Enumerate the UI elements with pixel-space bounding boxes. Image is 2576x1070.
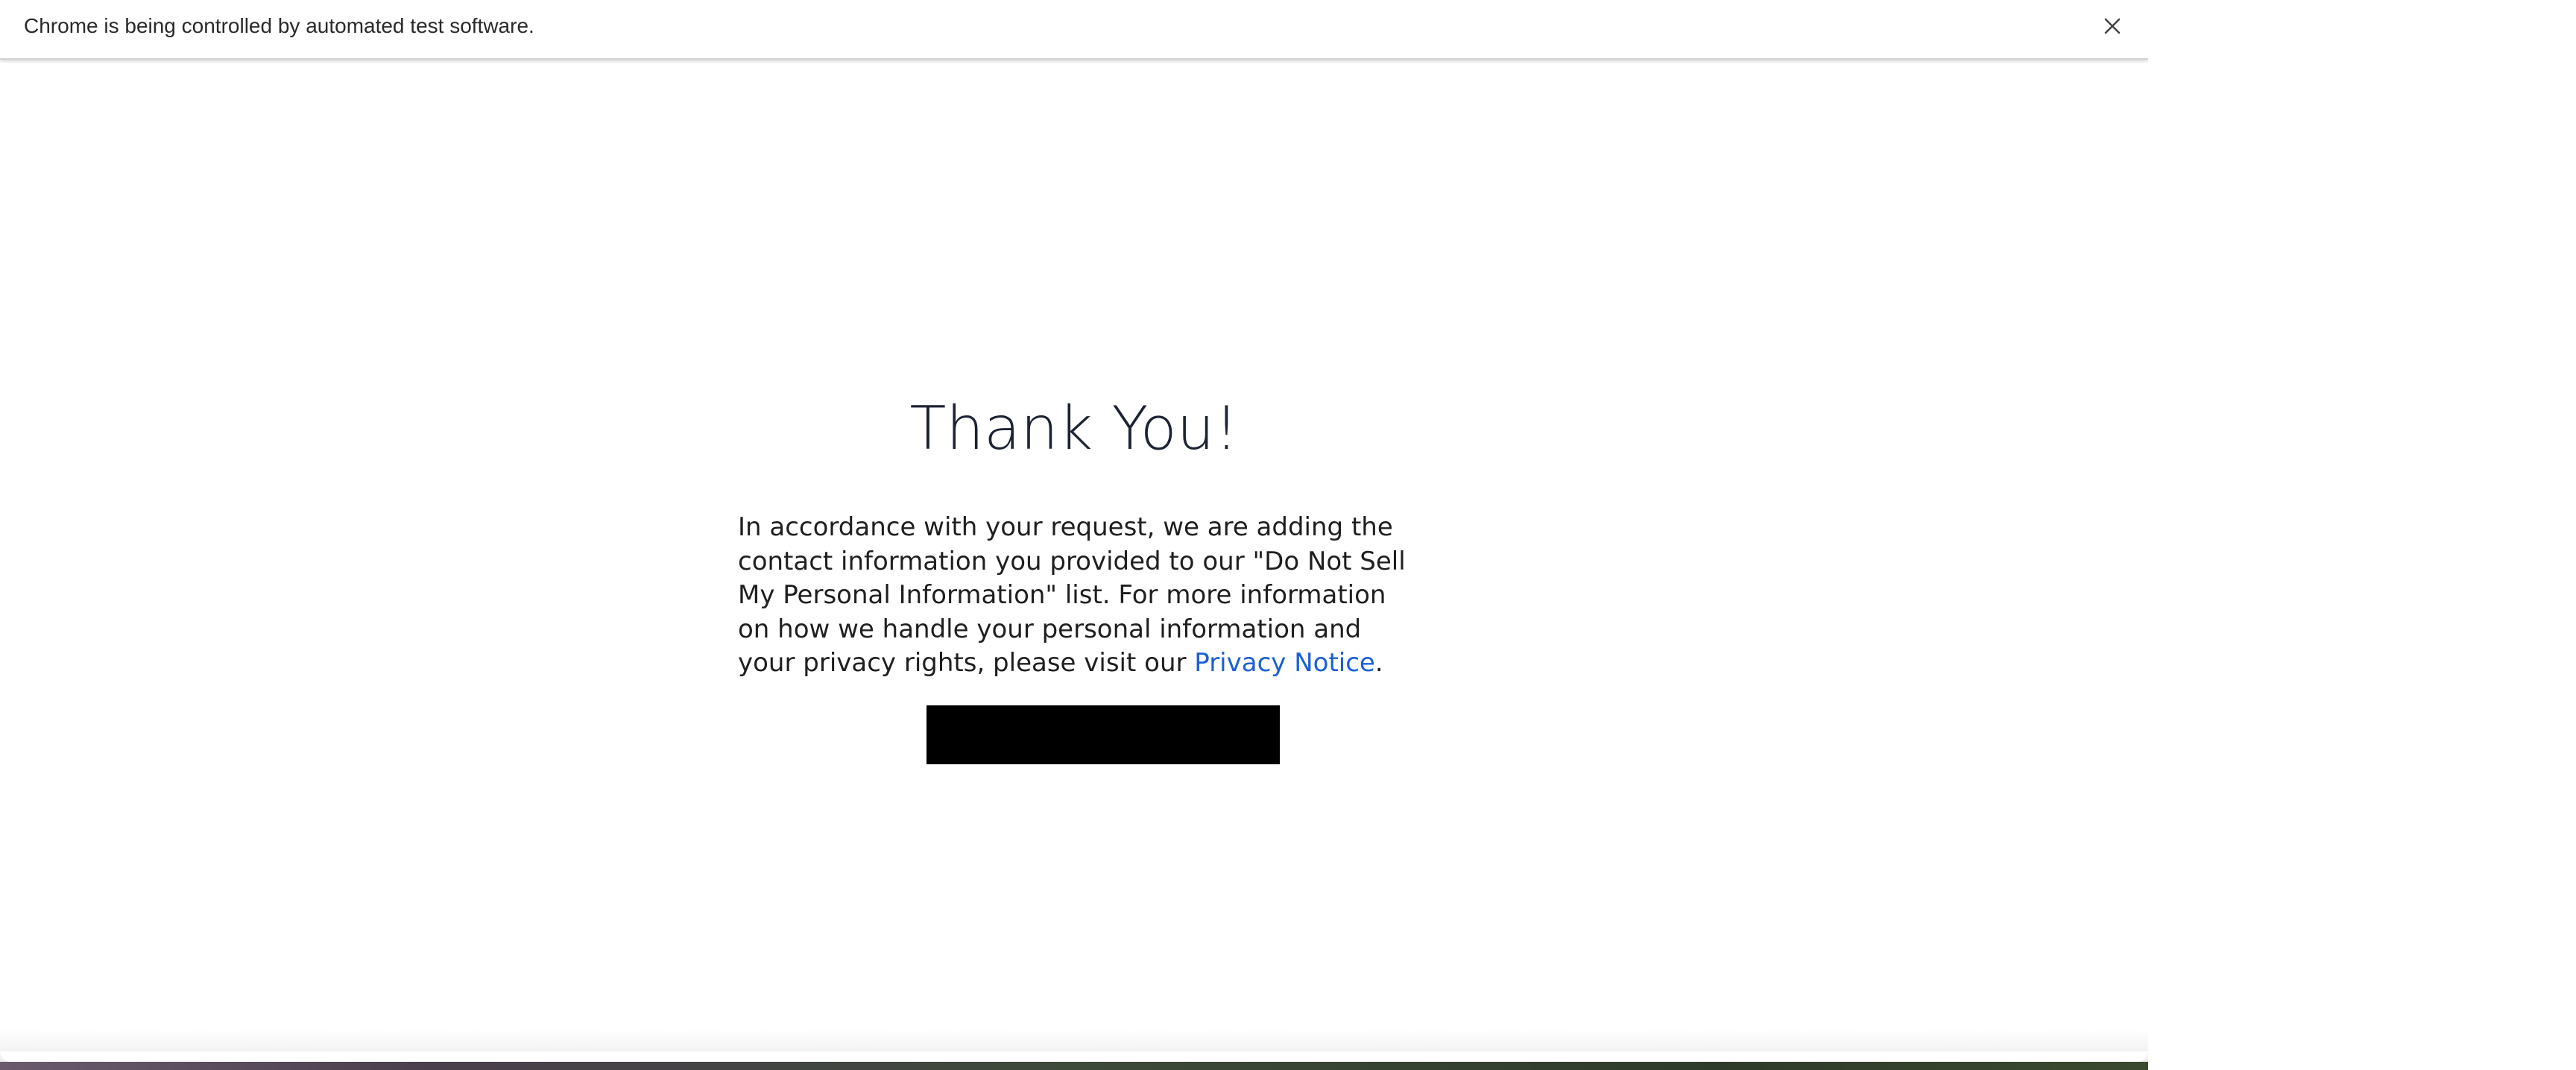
confirmation-message: In accordance with your request, we are … [738, 511, 1409, 681]
page-title: Thank You! [909, 394, 1239, 463]
confirmation-message-end: . [1374, 648, 1383, 678]
desktop-wallpaper-strip [0, 1062, 2148, 1070]
browser-window: Chrome is being controlled by automated … [0, 0, 2148, 1070]
privacy-notice-link[interactable]: Privacy Notice [1194, 648, 1375, 678]
background-area [2148, 0, 2576, 1070]
automation-infobar-message: Chrome is being controlled by automated … [24, 14, 534, 37]
close-icon[interactable] [2097, 10, 2128, 42]
page-content: Thank You! In accordance with your reque… [0, 60, 2148, 1059]
redacted-button[interactable] [926, 705, 1280, 764]
automation-infobar: Chrome is being controlled by automated … [0, 0, 2148, 60]
window-bottom-edge [0, 1051, 2148, 1062]
